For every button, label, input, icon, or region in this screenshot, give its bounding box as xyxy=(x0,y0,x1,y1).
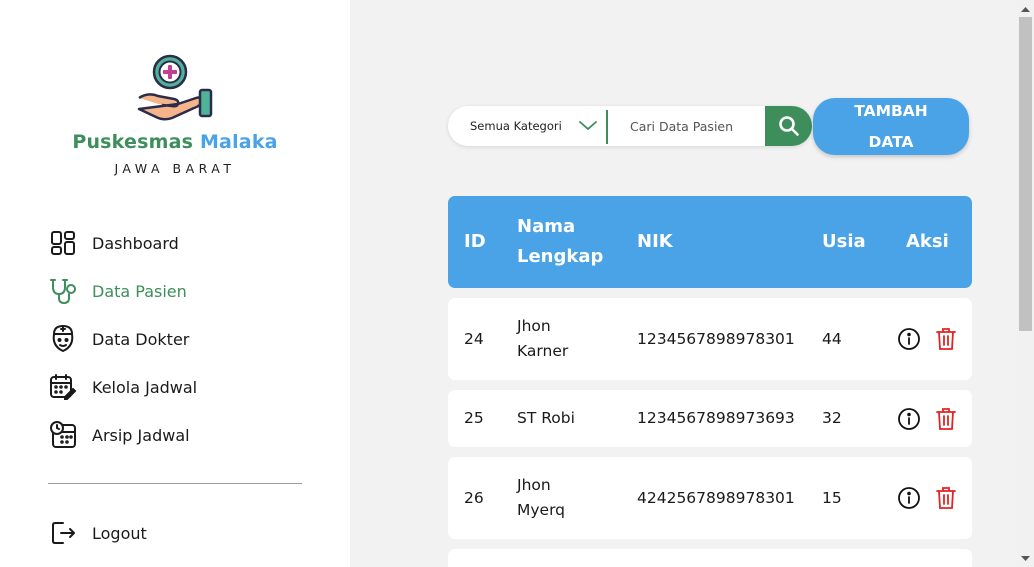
scroll-up-arrow-icon[interactable] xyxy=(1017,0,1034,17)
search-button[interactable] xyxy=(765,106,812,146)
sidebar-item-data-dokter[interactable]: Data Dokter xyxy=(48,322,308,356)
add-data-label-line2: DATA xyxy=(868,132,914,151)
brand-name: Puskesmas Malaka xyxy=(0,131,350,153)
table-row-partial xyxy=(448,549,972,567)
trash-icon xyxy=(936,328,956,350)
sidebar: Puskesmas Malaka JAWA BARAT Dashboard Da… xyxy=(0,0,350,567)
sidebar-divider xyxy=(48,483,302,484)
cell-name-line1: Jhon xyxy=(517,317,551,335)
scrollbar[interactable] xyxy=(1017,0,1034,567)
sidebar-item-label: Kelola Jadwal xyxy=(92,377,198,397)
cell-age: 15 xyxy=(822,488,842,507)
sidebar-item-label: Data Dokter xyxy=(92,329,190,349)
dashboard-grid-icon xyxy=(48,228,78,258)
column-header-action: Aksi xyxy=(906,231,949,252)
delete-button[interactable] xyxy=(935,298,957,380)
delete-button[interactable] xyxy=(935,390,957,447)
hand-medical-cross-icon xyxy=(137,54,213,121)
logout-button[interactable]: Logout xyxy=(48,516,308,550)
cell-age: 44 xyxy=(822,329,842,348)
cell-name-line1: Jhon xyxy=(517,476,551,494)
column-header-age: Usia xyxy=(822,231,866,252)
column-header-nik: NIK xyxy=(637,231,673,252)
column-header-name: Nama Lengkap xyxy=(517,196,603,288)
sidebar-item-label: Dashboard xyxy=(92,233,179,253)
column-header-name-line2: Lengkap xyxy=(517,246,604,267)
info-icon xyxy=(898,407,920,430)
table-header: ID Nama Lengkap NIK Usia Aksi xyxy=(448,196,972,288)
sidebar-item-kelola-jadwal[interactable]: Kelola Jadwal xyxy=(48,370,308,404)
stethoscope-icon xyxy=(48,276,78,306)
scroll-down-arrow-icon[interactable] xyxy=(1017,550,1034,567)
add-data-label-line1: TAMBAH xyxy=(854,101,928,120)
cell-name: ST Robi xyxy=(517,409,575,427)
sidebar-item-data-pasien[interactable]: Data Pasien xyxy=(48,274,308,308)
cell-name: Jhon Myerq xyxy=(517,457,565,539)
cell-age: 32 xyxy=(822,409,842,427)
sidebar-item-arsip-jadwal[interactable]: Arsip Jadwal xyxy=(48,418,308,452)
cell-nik: 4242567898978301 xyxy=(637,488,795,507)
chevron-down-icon xyxy=(579,121,597,131)
cell-id: 25 xyxy=(464,409,484,427)
cell-nik: 1234567898973693 xyxy=(637,409,795,427)
sidebar-item-label: Arsip Jadwal xyxy=(92,425,190,445)
info-icon xyxy=(898,487,920,509)
brand-name-part1: Puskesmas xyxy=(72,131,194,153)
info-button[interactable] xyxy=(897,298,921,380)
calendar-clock-icon xyxy=(48,420,78,450)
sidebar-item-dashboard[interactable]: Dashboard xyxy=(48,226,308,260)
table-row: 25 ST Robi 1234567898973693 32 xyxy=(448,390,972,447)
add-data-button[interactable]: TAMBAH DATA xyxy=(813,98,969,155)
sidebar-item-label: Data Pasien xyxy=(92,281,187,301)
trash-icon xyxy=(936,407,956,430)
search-separator xyxy=(606,110,608,144)
cell-id: 26 xyxy=(464,488,484,507)
column-header-id: ID xyxy=(464,231,486,252)
info-button[interactable] xyxy=(897,457,921,539)
trash-icon xyxy=(936,487,956,509)
info-icon xyxy=(898,328,920,350)
category-select-value: Semua Kategori xyxy=(470,119,562,133)
cell-id: 24 xyxy=(464,329,484,348)
brand-name-part2: Malaka xyxy=(199,131,278,153)
cell-name: Jhon Karner xyxy=(517,298,568,380)
search-icon xyxy=(778,116,799,136)
brand-region: JAWA BARAT xyxy=(114,161,236,176)
delete-button[interactable] xyxy=(935,457,957,539)
table-row: 26 Jhon Myerq 4242567898978301 15 xyxy=(448,457,972,539)
cell-name-line2: Myerq xyxy=(517,501,566,519)
table-row: 24 Jhon Karner 1234567898978301 44 xyxy=(448,298,972,380)
calendar-edit-icon xyxy=(48,372,78,402)
scrollbar-thumb[interactable] xyxy=(1019,17,1032,331)
category-select[interactable]: Semua Kategori xyxy=(448,106,606,146)
logout-icon xyxy=(48,518,78,548)
cell-nik: 1234567898978301 xyxy=(637,329,795,348)
search-input[interactable] xyxy=(614,106,764,146)
doctor-icon xyxy=(48,324,78,354)
info-button[interactable] xyxy=(897,390,921,447)
logout-label: Logout xyxy=(92,523,147,543)
search-bar: Semua Kategori xyxy=(448,106,812,146)
cell-name-line2: Karner xyxy=(517,342,569,360)
column-header-name-line1: Nama xyxy=(517,216,576,237)
